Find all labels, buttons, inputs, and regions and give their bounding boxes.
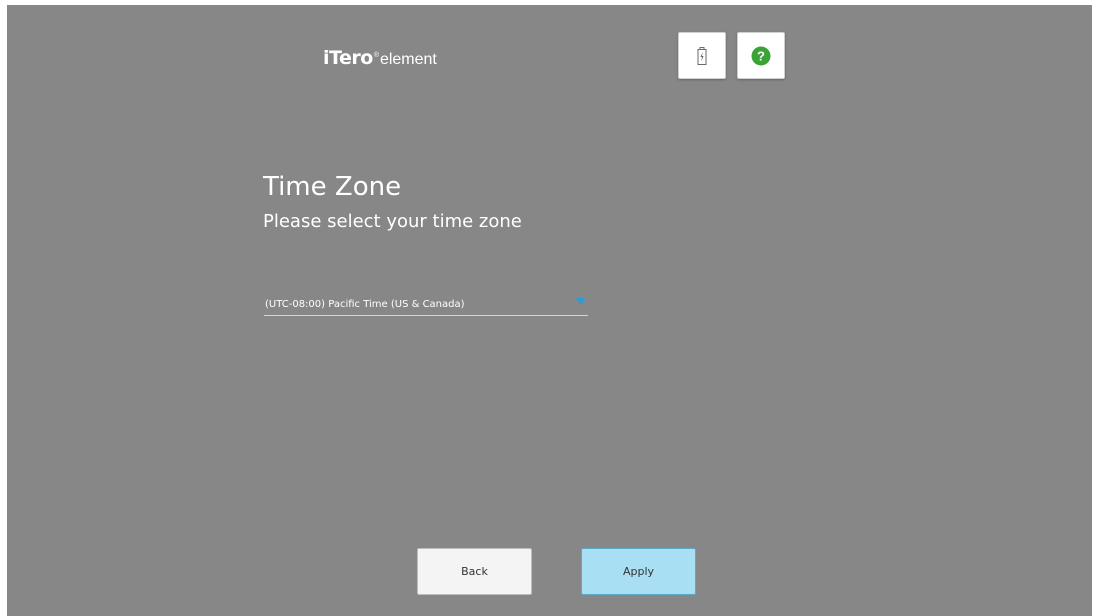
timezone-select[interactable]: (UTC-08:00) Pacific Time (US & Canada) — [264, 293, 588, 316]
help-icon: ? — [751, 46, 771, 65]
page-title: Time Zone — [263, 172, 402, 202]
itero-element-logo: iTero ® element — [323, 47, 437, 77]
timezone-select-value: (UTC-08:00) Pacific Time (US & Canada) — [265, 299, 465, 310]
logo-brand: iTero — [323, 47, 373, 69]
app-screen: iTero ® element ? Time Zone Please selec… — [7, 5, 1092, 616]
battery-charging-icon — [697, 46, 707, 65]
page-subtitle: Please select your time zone — [263, 211, 522, 232]
svg-text:?: ? — [757, 48, 765, 63]
logo-registered-mark: ® — [373, 52, 379, 59]
apply-button[interactable]: Apply — [581, 548, 696, 595]
help-button[interactable]: ? — [737, 32, 785, 79]
battery-button[interactable] — [678, 32, 726, 79]
dropdown-arrow-icon — [576, 298, 586, 305]
back-button[interactable]: Back — [417, 548, 532, 595]
logo-subtitle: element — [379, 51, 437, 68]
